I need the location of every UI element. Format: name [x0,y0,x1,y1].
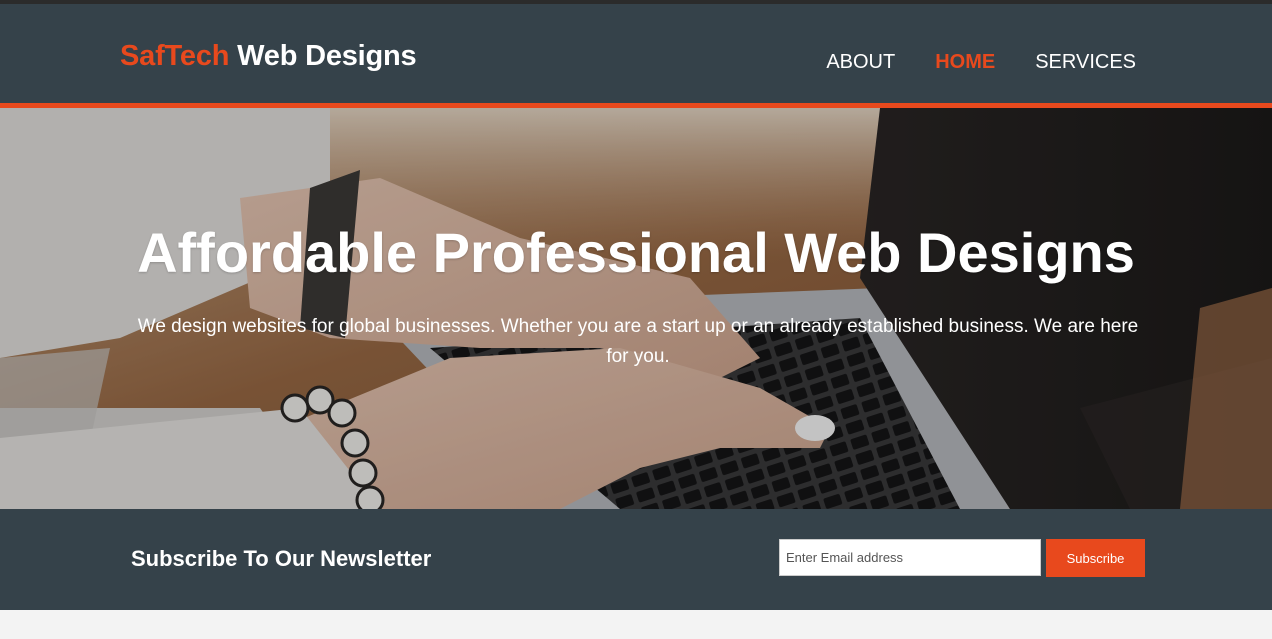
brand-name: Web Designs [229,40,417,72]
newsletter-form: Subscribe [779,539,1145,577]
hero-title: Affordable Professional Web Designs [137,221,1135,284]
nav-about[interactable]: About [826,48,895,76]
nav-home[interactable]: Home [935,48,995,76]
newsletter-heading: Subscribe To Our Newsletter [131,546,432,571]
subscribe-button[interactable]: Subscribe [1046,539,1145,577]
hero-background-image [0,108,1272,509]
brand-logo[interactable]: SafTech Web Designs [120,40,417,73]
hero-subtitle: We design websites for global businesses… [137,316,1139,367]
page-content-area [0,610,1272,639]
hero-showcase: Affordable Professional Web Designs We d… [0,108,1272,509]
newsletter-section: Subscribe To Our Newsletter Subscribe [0,509,1272,610]
main-nav: About Home Services [826,48,1136,76]
site-header: SafTech Web Designs About Home Services [0,4,1272,103]
email-input[interactable] [779,539,1041,576]
brand-highlight: SafTech [120,40,230,72]
nav-services[interactable]: Services [1035,48,1136,76]
